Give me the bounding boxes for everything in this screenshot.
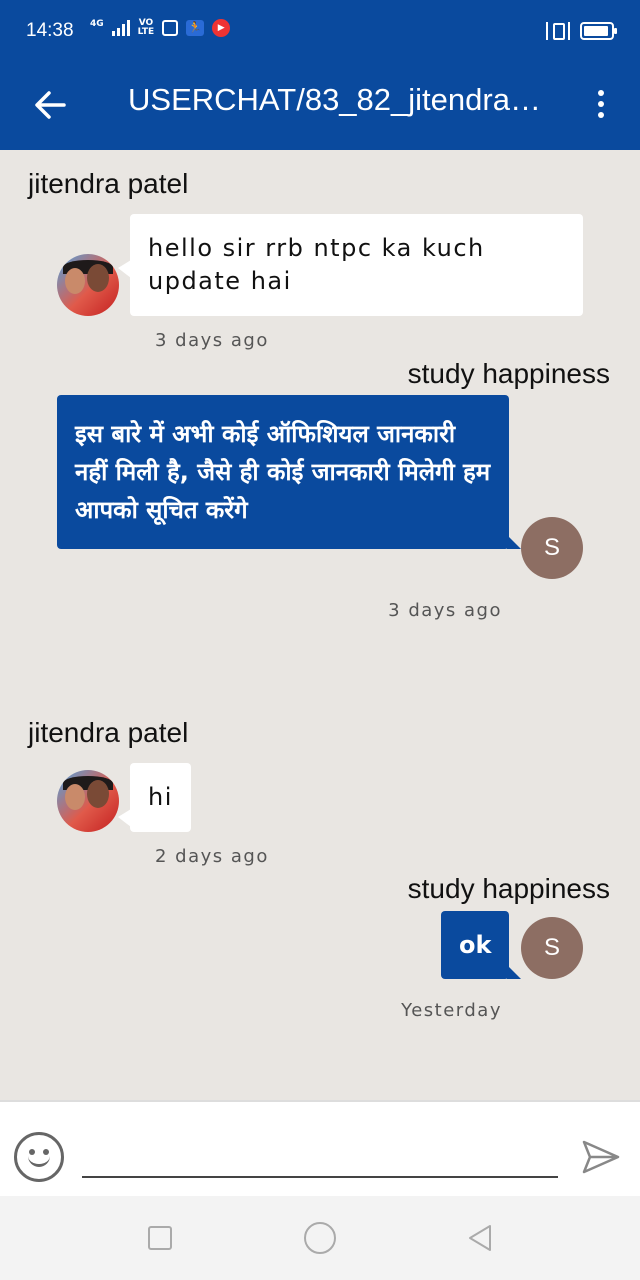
message-bubble-outgoing[interactable]: इस बारे में अभी कोई ऑफिशियल जानकारी नहीं… (57, 395, 521, 549)
sender-name: study happiness (407, 358, 610, 389)
send-icon[interactable] (580, 1136, 622, 1178)
more-options-icon[interactable] (588, 84, 614, 124)
message-bubble-incoming[interactable]: hello sir rrb ntpc ka kuch update hai (118, 214, 583, 316)
screenshot-icon (162, 20, 179, 36)
message-input[interactable] (82, 1138, 558, 1178)
sender-avatar[interactable] (57, 254, 119, 316)
chat-title: USERCHAT/83_82_jitendra_patel (128, 82, 558, 117)
message-composer (0, 1100, 640, 1196)
recents-icon[interactable] (148, 1226, 172, 1250)
signal-icon (111, 20, 130, 36)
battery-icon (580, 22, 617, 40)
back-arrow-icon[interactable] (28, 82, 74, 128)
sender-avatar[interactable]: S (521, 517, 583, 579)
sender-avatar[interactable]: S (521, 917, 583, 979)
fitness-icon: 🏃 (186, 20, 205, 36)
status-time: 14:38 (26, 20, 74, 41)
system-nav-bar (0, 1196, 640, 1280)
emoji-icon[interactable] (14, 1132, 64, 1182)
message-bubble-incoming[interactable]: hi (118, 763, 191, 832)
status-icons: 4G VO LTE 🏃 ▶ (90, 18, 231, 37)
status-bar: 14:38 4G VO LTE 🏃 ▶ (0, 0, 640, 64)
network-type-label: 4G (90, 19, 104, 29)
nav-back-icon[interactable] (464, 1222, 496, 1254)
volte-icon: VO LTE (137, 18, 155, 37)
message-bubble-outgoing[interactable]: ok (441, 911, 522, 979)
sender-name: jitendra patel (28, 717, 189, 748)
message-timestamp: 2 days ago (155, 846, 269, 867)
vibrate-icon (546, 22, 570, 40)
home-icon[interactable] (304, 1222, 336, 1254)
message-timestamp: 3 days ago (155, 330, 269, 351)
sender-name: study happiness (407, 873, 610, 904)
message-timestamp: Yesterday (401, 1000, 502, 1021)
status-icons-right (546, 22, 617, 40)
youtube-icon: ▶ (212, 19, 231, 37)
app-bar: USERCHAT/83_82_jitendra_patel (0, 64, 640, 150)
message-timestamp: 3 days ago (388, 600, 502, 621)
sender-name: jitendra patel (28, 168, 189, 199)
sender-avatar[interactable] (57, 770, 119, 832)
